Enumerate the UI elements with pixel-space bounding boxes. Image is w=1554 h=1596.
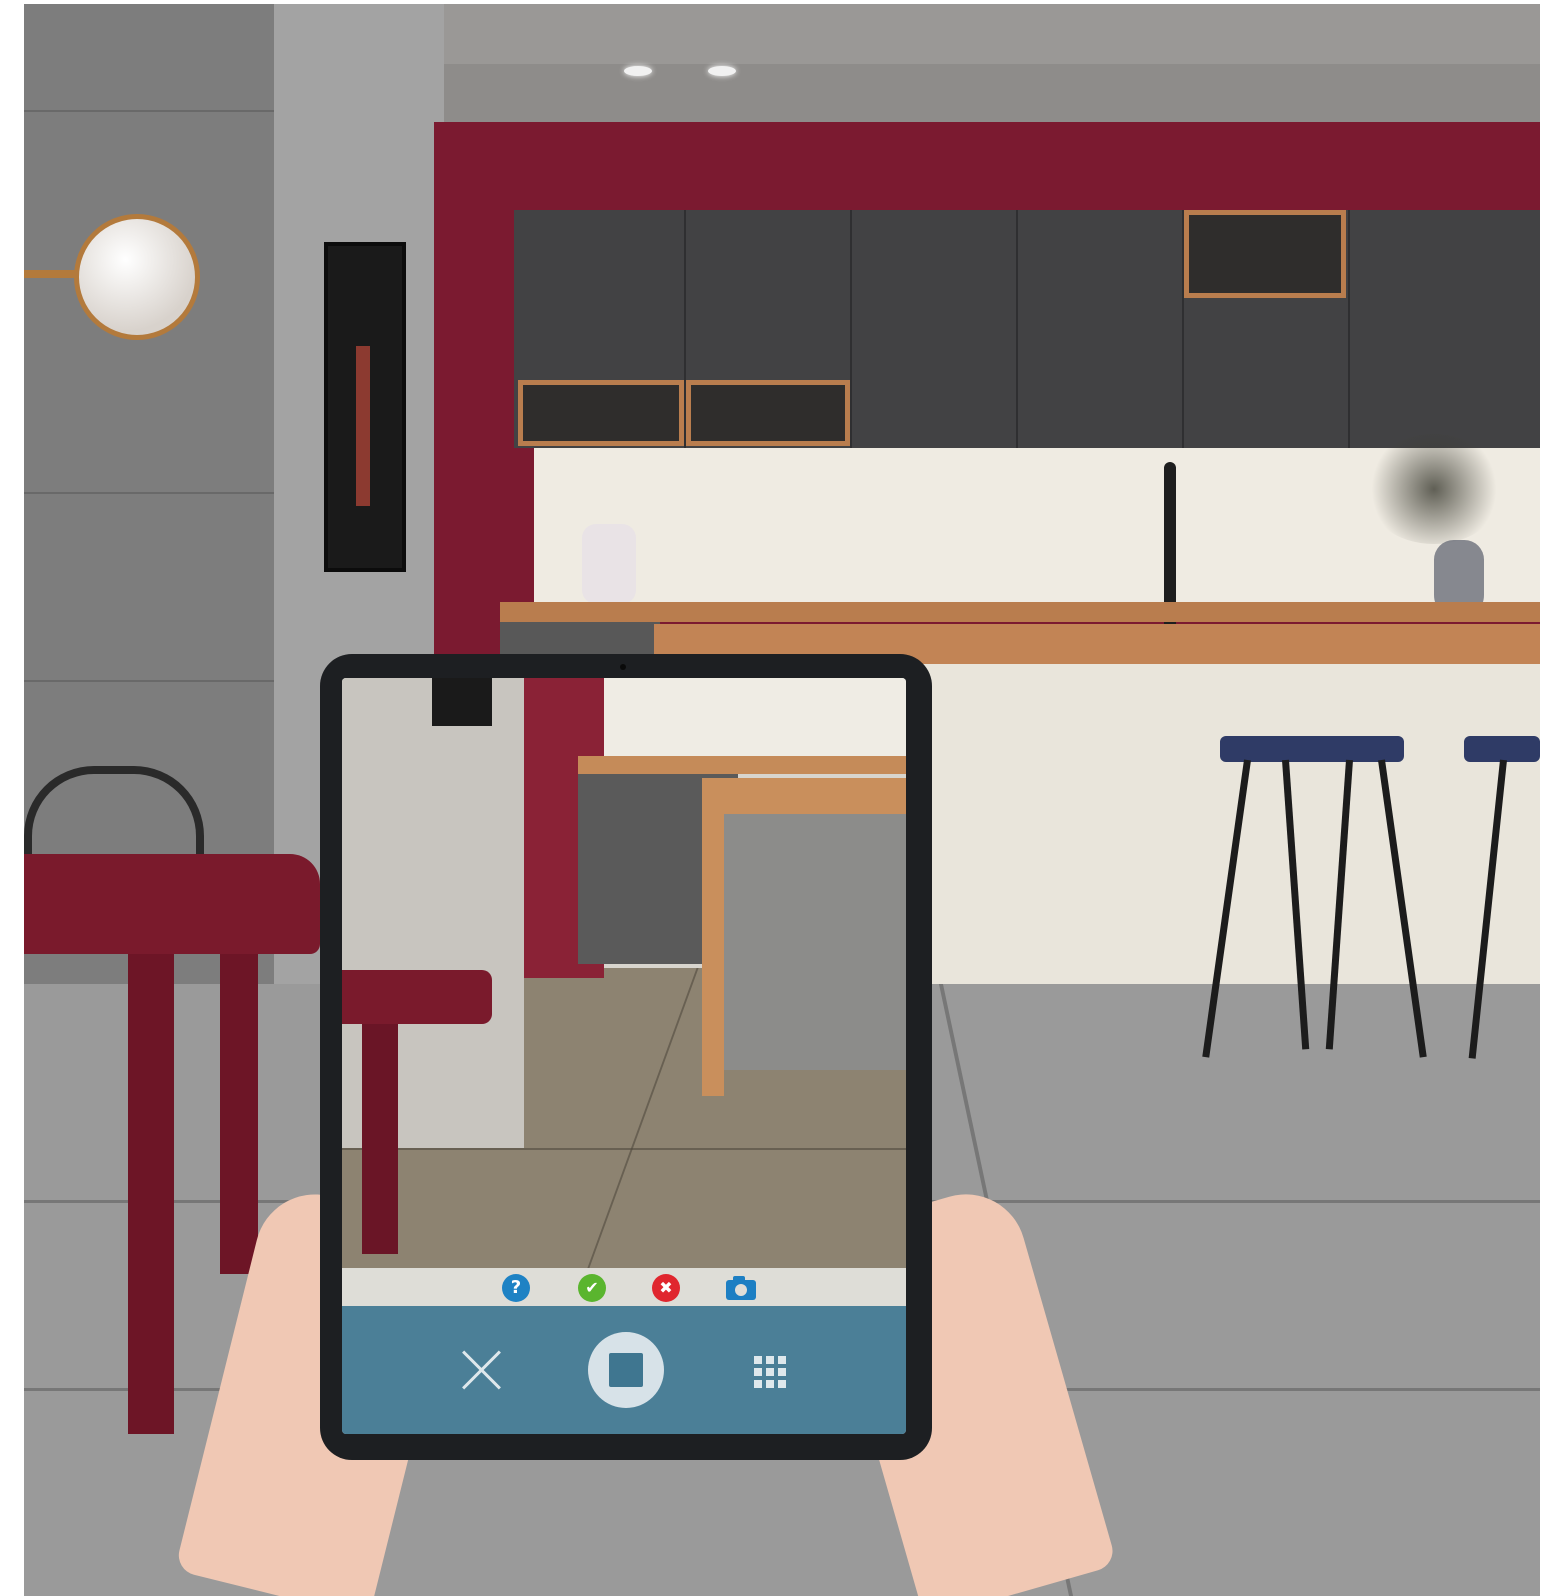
- glass-bottle: [582, 524, 636, 604]
- ar-control-panel: [342, 1306, 906, 1434]
- help-button[interactable]: ?: [502, 1274, 530, 1302]
- countertop: [500, 602, 1540, 622]
- shutter-icon: [609, 1353, 643, 1387]
- camera-feed-countertop: [578, 756, 906, 774]
- ceiling-spotlight: [624, 66, 652, 76]
- cabinet-door-line: [1348, 210, 1350, 448]
- ar-app-screen: ? ✔ ✖: [342, 678, 906, 1434]
- ceiling-soffit: [436, 64, 1540, 122]
- reject-button[interactable]: ✖: [652, 1274, 680, 1302]
- ar-toolbar: ? ✔ ✖: [342, 1268, 906, 1306]
- camera-button[interactable]: [724, 1274, 758, 1302]
- confirm-button[interactable]: ✔: [578, 1274, 606, 1302]
- open-shelf: [1184, 210, 1346, 298]
- camera-feed-artwork: [432, 678, 492, 726]
- dining-table-top: [24, 854, 320, 954]
- grid-menu-button[interactable]: [754, 1356, 788, 1390]
- camera-feed-backsplash: [604, 678, 906, 760]
- wall-tile-joint: [24, 492, 274, 494]
- camera-feed-table-leg: [362, 1024, 398, 1254]
- shutter-button[interactable]: [588, 1332, 664, 1408]
- camera-feed-island-side: [702, 814, 724, 1096]
- close-button[interactable]: [460, 1348, 504, 1392]
- open-shelf: [518, 380, 684, 446]
- table-leg: [128, 954, 174, 1434]
- framed-artwork: [324, 242, 406, 572]
- cancel-icon: ✖: [659, 1278, 673, 1297]
- check-icon: ✔: [585, 1278, 599, 1297]
- bar-stool-seat: [1220, 736, 1404, 762]
- open-shelf: [686, 380, 850, 446]
- wall-lamp: [74, 214, 200, 340]
- cabinet-door-line: [1016, 210, 1018, 448]
- camera-feed-island-top: [702, 778, 906, 814]
- wall-tile-joint: [24, 680, 274, 682]
- table-leg: [220, 954, 258, 1274]
- ceiling-spotlight: [708, 66, 736, 76]
- help-icon: ?: [510, 1277, 522, 1298]
- camera-feed-island: [724, 814, 906, 1070]
- bar-stool-seat: [1464, 736, 1540, 762]
- kitchen-photo-background: ? ✔ ✖: [24, 4, 1540, 1596]
- floor-tile-joint: [342, 1148, 906, 1150]
- wall-tile-joint: [24, 110, 274, 112]
- tablet-front-camera: [620, 664, 626, 670]
- camera-feed-table: [342, 970, 492, 1024]
- decorative-plant: [1364, 434, 1504, 544]
- tablet-device: ? ✔ ✖: [320, 654, 932, 1460]
- cabinet-door-line: [850, 210, 852, 448]
